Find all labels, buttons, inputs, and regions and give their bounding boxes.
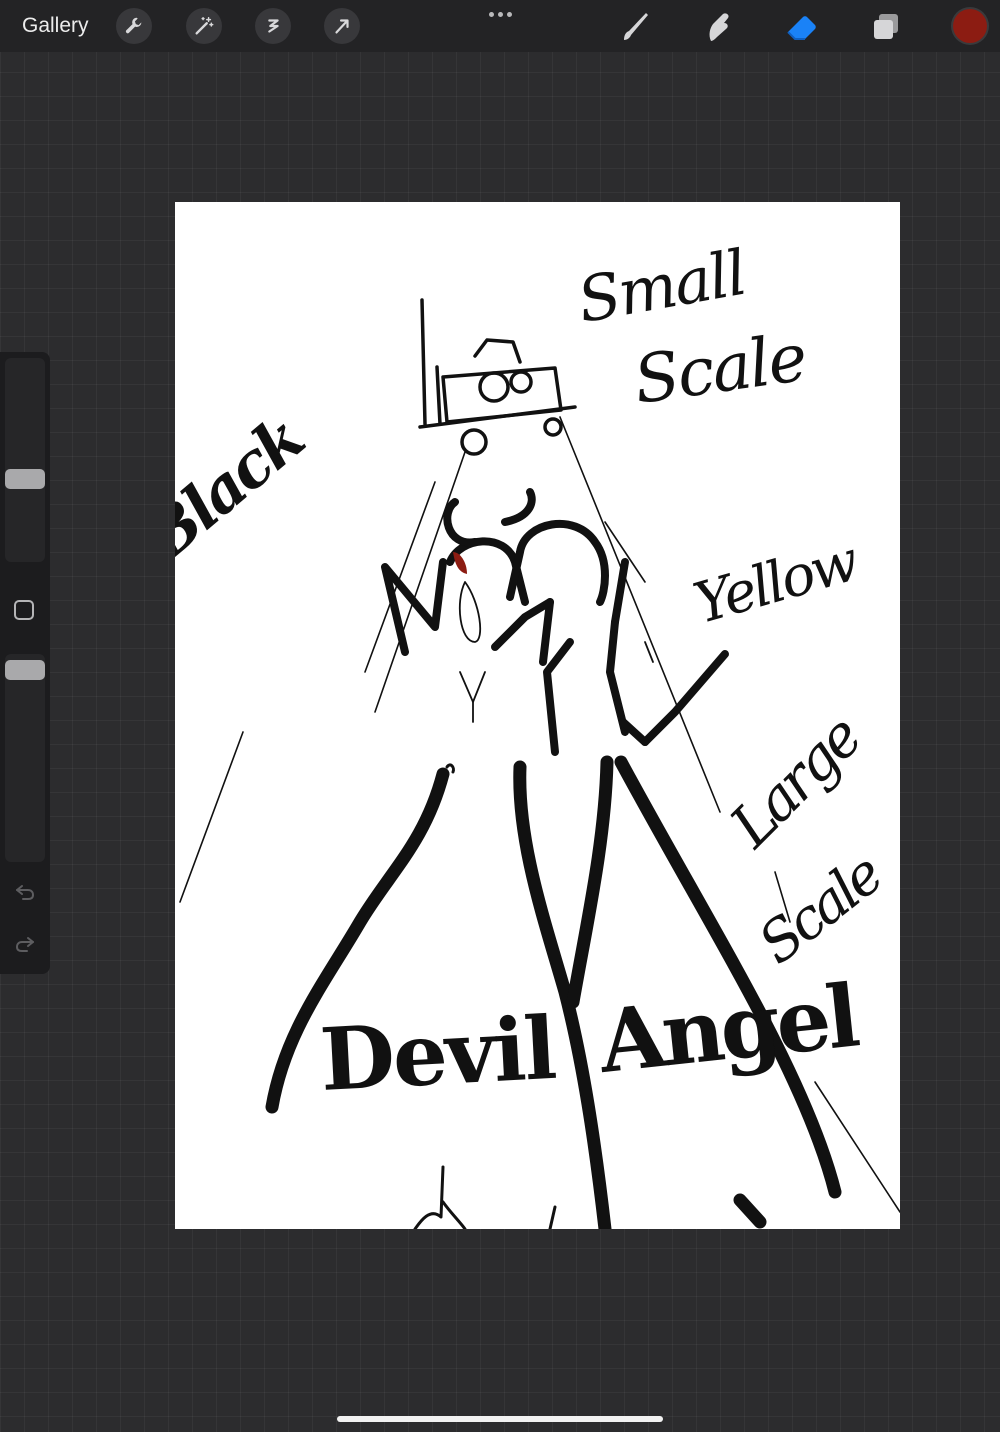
more-options-icon[interactable] [486,8,514,20]
brush-tool[interactable] [616,8,656,46]
opacity-thumb[interactable] [5,660,45,680]
adjustments-button[interactable] [186,8,222,44]
brush-icon [624,13,648,40]
undo-button[interactable] [12,880,38,904]
top-toolbar: Gallery [0,0,1000,52]
red-tongue-mark [453,552,467,574]
selection-icon [268,19,279,33]
magic-wand-icon [195,17,214,35]
brush-size-slider[interactable] [5,358,45,562]
face-details [458,581,654,723]
annotation-devil: Devil [317,997,558,1111]
figures-sketch [381,488,729,756]
vehicle-sketch [418,298,577,456]
opacity-slider[interactable] [5,654,45,862]
home-indicator[interactable] [337,1416,663,1422]
layers-icon [874,14,898,39]
color-swatch[interactable] [953,9,987,43]
smudge-icon [709,13,729,41]
smudge-tool[interactable] [699,8,739,46]
left-sidebar [0,352,50,974]
undo-icon [16,885,35,900]
modify-button[interactable] [14,600,34,620]
gallery-button[interactable]: Gallery [22,13,89,39]
transform-arrow-icon [335,19,349,34]
brush-size-thumb[interactable] [5,469,45,489]
selection-button[interactable] [255,8,291,44]
layers-tool[interactable] [866,8,906,46]
drawing-canvas[interactable]: Small Scale Black Yellow Large Scale Dev… [175,202,900,1229]
wrench-icon [125,17,142,34]
eraser-icon [787,16,816,40]
eraser-tool[interactable] [782,8,822,46]
transform-button[interactable] [324,8,360,44]
bottom-marks [413,763,557,1229]
redo-icon [15,937,34,952]
actions-button[interactable] [116,8,152,44]
redo-button[interactable] [12,932,38,956]
